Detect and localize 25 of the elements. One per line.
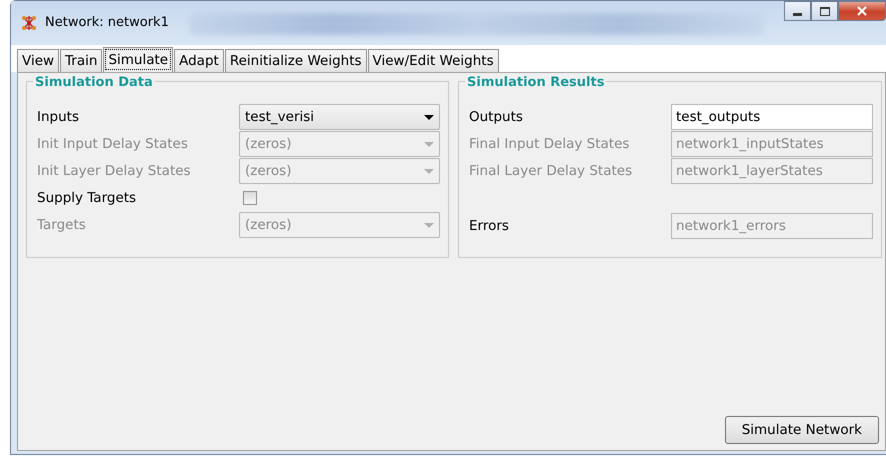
field-label: Init Layer Delay States (37, 163, 192, 179)
simulate-button[interactable]: Simulate Network (724, 416, 879, 444)
field-label: Final Input Delay States (469, 136, 630, 152)
network-icon (21, 15, 37, 31)
tab[interactable]: Adapt (174, 49, 224, 72)
close-button[interactable] (838, 1, 886, 21)
field-label: Targets (37, 217, 87, 233)
field-label: Final Layer Delay States (469, 163, 634, 179)
text-field[interactable]: test_outputs (671, 104, 873, 130)
minimize-button[interactable] (784, 1, 811, 21)
field-label: Inputs (37, 109, 80, 125)
tab[interactable]: View/Edit Weights (368, 49, 499, 72)
maximize-button[interactable] (811, 1, 838, 21)
tab[interactable]: Reinitialize Weights (224, 49, 367, 72)
checkbox[interactable] (243, 191, 257, 205)
close-icon (857, 6, 867, 16)
field-label: Init Input Delay States (37, 136, 189, 152)
tab[interactable]: View (17, 49, 60, 72)
window-title: Network: network1 (45, 15, 169, 30)
dropdown[interactable]: test_verisi (239, 104, 440, 130)
field-label: Supply Targets (37, 190, 138, 206)
tab[interactable]: Simulate (103, 47, 174, 72)
field-label: Outputs (469, 109, 524, 125)
field-label: Errors (469, 218, 510, 234)
tab[interactable]: Train (60, 49, 102, 72)
